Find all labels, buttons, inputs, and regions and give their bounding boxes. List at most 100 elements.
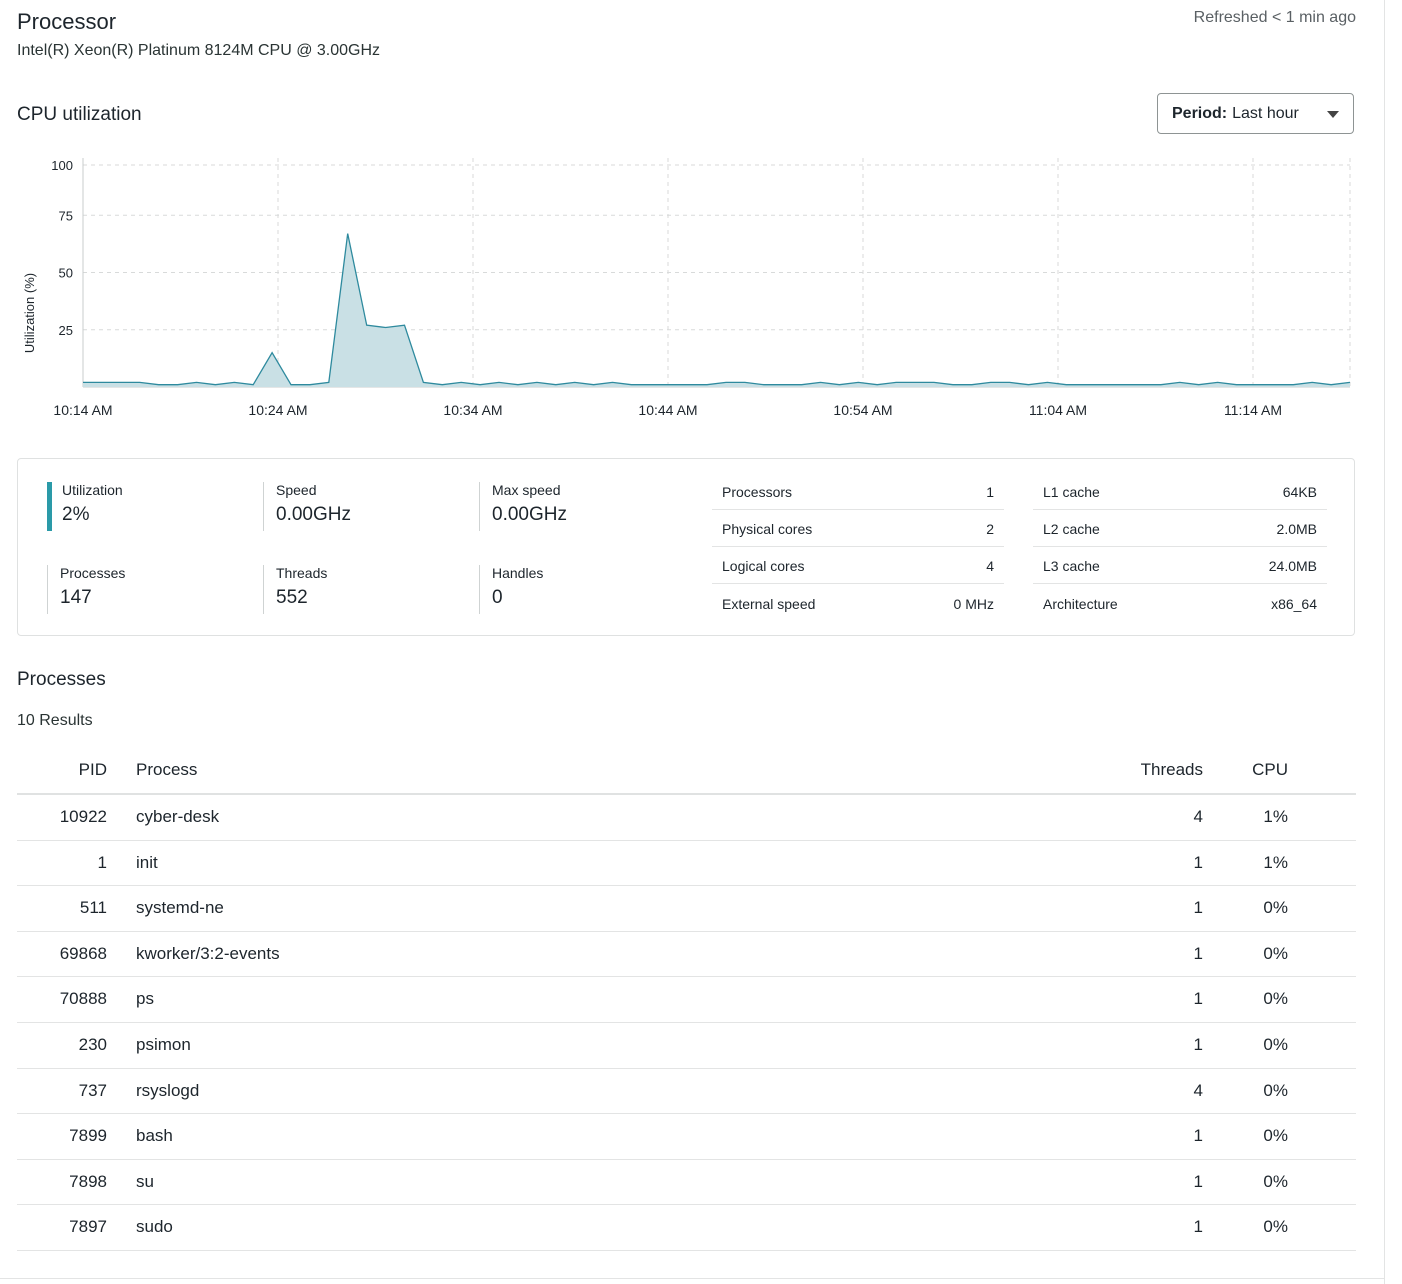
spec-l2-cache: L2 cache 2.0MB [1033, 510, 1327, 547]
cell-cpu: 0% [1263, 1034, 1288, 1054]
spec-key: Logical cores [722, 558, 805, 574]
column-header-pid[interactable]: PID [79, 760, 107, 780]
spec-l3-cache: L3 cache 24.0MB [1033, 547, 1327, 584]
spec-l1-cache: L1 cache 64KB [1033, 473, 1327, 510]
spec-value: 1 [986, 484, 994, 500]
cell-process: su [136, 1171, 154, 1191]
cell-process: systemd-ne [136, 898, 224, 918]
cpu-utilization-title: CPU utilization [17, 104, 142, 125]
x-axis-ticks: 10:14 AM 10:24 AM 10:34 AM 10:44 AM 10:54 AM… [53, 402, 1282, 418]
spec-architecture: Architecture x86_64 [1033, 585, 1327, 622]
stat-value: 2% [62, 504, 90, 525]
stat-utilization: Utilization 2% [47, 482, 123, 531]
stat-handles: Handles 0 [479, 565, 543, 614]
cell-process: sudo [136, 1217, 173, 1237]
table-row[interactable]: 230 psimon 1 0% [17, 1023, 1356, 1069]
x-tick-label: 11:14 AM [1224, 402, 1282, 418]
table-row[interactable]: 1 init 1 1% [17, 841, 1356, 887]
utilization-area [83, 233, 1350, 387]
cell-threads: 1 [1193, 943, 1203, 963]
spec-logical-cores: Logical cores 4 [712, 547, 1004, 584]
y-tick-label: 25 [59, 323, 73, 338]
cell-process: bash [136, 1126, 173, 1146]
table-row[interactable]: 70888 ps 1 0% [17, 977, 1356, 1023]
cell-pid: 1 [97, 852, 107, 872]
spec-value: 0 MHz [953, 596, 994, 612]
period-value: Last hour [1232, 104, 1299, 122]
y-axis-ticks: 25 50 75 100 [51, 158, 73, 338]
stat-max-speed: Max speed 0.00GHz [479, 482, 567, 531]
spec-processors: Processors 1 [712, 473, 1004, 510]
x-tick-label: 10:44 AM [638, 402, 697, 418]
stat-value: 147 [60, 587, 92, 608]
cell-cpu: 1% [1263, 852, 1288, 872]
cell-pid: 511 [79, 898, 107, 918]
y-tick-label: 75 [59, 208, 73, 223]
x-tick-label: 10:14 AM [53, 402, 112, 418]
stat-processes: Processes 147 [47, 565, 125, 614]
cell-cpu: 0% [1263, 898, 1288, 918]
cell-threads: 4 [1193, 1080, 1203, 1100]
stat-value: 552 [276, 587, 308, 608]
refreshed-status: Refreshed < 1 min ago [1193, 9, 1356, 26]
table-row[interactable]: 511 systemd-ne 1 0% [17, 886, 1356, 932]
cell-cpu: 0% [1263, 1171, 1288, 1191]
cell-threads: 1 [1193, 989, 1203, 1009]
cell-pid: 10922 [59, 807, 107, 826]
table-row[interactable]: 69868 kworker/3:2-events 1 0% [17, 932, 1356, 978]
cell-process: rsyslogd [136, 1080, 200, 1100]
cell-process: psimon [136, 1034, 191, 1054]
cell-threads: 1 [1193, 1126, 1203, 1146]
cell-process: ps [136, 989, 154, 1009]
spec-physical-cores: Physical cores 2 [712, 510, 1004, 547]
y-tick-label: 50 [59, 266, 73, 281]
spec-key: External speed [722, 596, 816, 612]
stat-label: Threads [276, 565, 328, 581]
cell-process: cyber-desk [136, 807, 220, 826]
y-axis-label: Utilization (%) [22, 273, 37, 353]
table-row[interactable]: 7898 su 1 0% [17, 1160, 1356, 1206]
stat-value: 0.00GHz [276, 504, 351, 525]
cell-cpu: 0% [1263, 1217, 1288, 1237]
cell-process: kworker/3:2-events [136, 943, 280, 963]
stat-threads: Threads 552 [263, 565, 327, 614]
spec-value: 24.0MB [1268, 558, 1317, 574]
stat-label: Speed [276, 482, 317, 498]
y-tick-label: 100 [51, 158, 73, 173]
spec-key: L3 cache [1043, 558, 1100, 574]
period-label: Period: [1172, 104, 1228, 122]
page-title: Processor [17, 9, 117, 34]
spec-key: Physical cores [722, 521, 813, 537]
column-header-process[interactable]: Process [136, 760, 197, 780]
column-header-cpu[interactable]: CPU [1252, 760, 1288, 780]
chevron-down-icon [1327, 111, 1339, 118]
column-header-threads[interactable]: Threads [1141, 760, 1203, 780]
stat-speed: Speed 0.00GHz [263, 482, 351, 531]
stat-label: Processes [60, 565, 126, 581]
cell-pid: 7898 [69, 1171, 107, 1191]
cpu-model: Intel(R) Xeon(R) Platinum 8124M CPU @ 3.… [17, 42, 381, 59]
spec-value: 4 [986, 558, 994, 574]
cell-cpu: 0% [1263, 943, 1288, 963]
cell-threads: 1 [1193, 1171, 1203, 1191]
cell-pid: 7897 [69, 1217, 107, 1237]
table-row[interactable]: 7899 bash 1 0% [17, 1114, 1356, 1160]
period-dropdown[interactable]: Period: Last hour [1157, 93, 1354, 134]
table-row[interactable]: 7897 sudo 1 0% [17, 1205, 1356, 1251]
table-row[interactable]: 10922 cyber-desk 4 1% [17, 795, 1356, 841]
x-tick-label: 10:34 AM [443, 402, 502, 418]
stat-value: 0.00GHz [492, 504, 567, 525]
table-row[interactable]: 737 rsyslogd 4 0% [17, 1069, 1356, 1115]
table-header: PID Process Threads CPU [17, 752, 1356, 795]
spec-key: Architecture [1043, 596, 1118, 612]
spec-value: 2 [986, 521, 994, 537]
cell-cpu: 0% [1263, 1080, 1288, 1100]
spec-key: Processors [722, 484, 793, 500]
cpu-stats-panel: Utilization 2% Speed 0.00GHz Max speed 0… [17, 458, 1355, 636]
cell-pid: 7899 [69, 1126, 107, 1146]
cell-cpu: 0% [1263, 1126, 1288, 1146]
cell-pid: 230 [78, 1034, 107, 1054]
processes-table: PID Process Threads CPU 10922 cyber-desk 4… [17, 752, 1356, 1251]
spec-key: L2 cache [1043, 521, 1100, 537]
results-count: 10 Results [17, 712, 93, 729]
